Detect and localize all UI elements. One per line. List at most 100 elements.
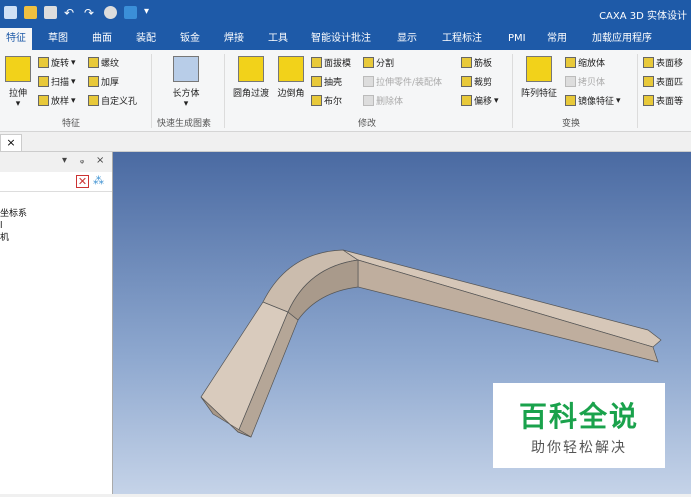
split-button[interactable]: 分割: [363, 56, 394, 69]
trim-button[interactable]: 裁剪: [461, 75, 492, 88]
thread-icon: [88, 57, 99, 68]
doc-tab-close-button[interactable]: ×: [0, 134, 22, 152]
scale-label: 缩放体: [578, 59, 606, 69]
clear-icon[interactable]: ✕: [76, 175, 89, 188]
delete-body-label: 删除体: [376, 97, 404, 107]
box-button[interactable]: 长方体 ▾: [166, 56, 206, 109]
rib-icon: [461, 57, 472, 68]
design-icon[interactable]: [124, 6, 137, 19]
loft-button[interactable]: 放样 ▾: [38, 94, 76, 107]
tab-pmi[interactable]: PMI: [502, 28, 532, 50]
scale-icon: [565, 57, 576, 68]
chamfer-button[interactable]: 边倒角: [275, 56, 307, 99]
surface-match-button[interactable]: 表面匹: [643, 75, 683, 88]
thicken-icon: [88, 76, 99, 87]
boolean-button[interactable]: 布尔: [311, 94, 342, 107]
pattern-button[interactable]: 阵列特征: [517, 56, 561, 99]
hole-icon: [88, 95, 99, 106]
tab-tools[interactable]: 工具: [262, 28, 294, 50]
fillet-icon: [238, 56, 264, 82]
rib-label: 筋板: [474, 59, 493, 69]
surface-match-icon: [643, 76, 654, 87]
title-bar: ↶ ↷ ▾ CAXA 3D 实体设计: [0, 0, 691, 28]
render-icon[interactable]: [104, 6, 117, 19]
delete-body-button[interactable]: 删除体: [363, 94, 403, 107]
tab-display[interactable]: 显示: [391, 28, 423, 50]
watermark-subtitle: 助你轻松解决: [531, 440, 627, 456]
open-icon[interactable]: [24, 6, 37, 19]
tree-icon[interactable]: ⁂: [93, 174, 104, 187]
shell-label: 抽壳: [324, 78, 343, 88]
rib-button[interactable]: 筋板: [461, 56, 492, 69]
offset-icon: [461, 95, 472, 106]
sweep-button[interactable]: 扫描 ▾: [38, 75, 76, 88]
sweep-icon: [38, 76, 49, 87]
tab-surface[interactable]: 曲面: [86, 28, 118, 50]
box-icon: [173, 56, 199, 82]
redo-icon[interactable]: ↷: [84, 6, 97, 20]
surface-move-icon: [643, 57, 654, 68]
model-face: [342, 249, 662, 348]
extrude-button[interactable]: 拉伸 ▾: [4, 56, 32, 109]
offset-button[interactable]: 偏移 ▾: [461, 94, 499, 107]
split-label: 分割: [376, 59, 395, 69]
tab-common[interactable]: 常用: [541, 28, 573, 50]
watermark-title: 百科全说: [518, 400, 639, 433]
tab-addins[interactable]: 加载应用程序: [586, 28, 658, 50]
copy-label: 拷贝体: [578, 78, 606, 88]
separator: [637, 54, 638, 128]
custom-hole-label: 自定义孔: [101, 97, 138, 107]
ribbon-tabs: 特征 草图 曲面 装配 钣金 焊接 工具 智能设计批注 显示 工程标注 PMI …: [0, 28, 691, 50]
fillet-button[interactable]: 圆角过渡: [229, 56, 273, 99]
tab-assembly[interactable]: 装配: [130, 28, 162, 50]
chamfer-icon: [278, 56, 304, 82]
chamfer-label: 边倒角: [277, 89, 305, 99]
panel-close-icon[interactable]: ×: [96, 155, 104, 166]
document-tabs: ×: [0, 132, 691, 152]
tab-engineering-annotation[interactable]: 工程标注: [436, 28, 488, 50]
extrude-part-label: 拉伸零件/装配体: [376, 78, 443, 88]
tree-item[interactable]: 机: [0, 232, 112, 244]
tab-sheetmetal[interactable]: 钣金: [174, 28, 206, 50]
tab-feature[interactable]: 特征: [0, 28, 32, 50]
draft-label: 面拔模: [324, 59, 352, 69]
tree-item[interactable]: l: [0, 220, 112, 232]
custom-hole-button[interactable]: 自定义孔: [88, 94, 137, 107]
panel-menu-icon[interactable]: ▾: [62, 155, 67, 166]
extrude-part-icon: [363, 76, 374, 87]
revolve-label: 旋转: [51, 59, 70, 69]
fillet-label: 圆角过渡: [232, 89, 269, 99]
mirror-icon: [565, 95, 576, 106]
extrude-icon: [5, 56, 31, 82]
extrude-part-button[interactable]: 拉伸零件/装配体: [363, 75, 442, 88]
surface-equal-icon: [643, 95, 654, 106]
thicken-button[interactable]: 加厚: [88, 75, 119, 88]
tab-smart-annotation[interactable]: 智能设计批注: [305, 28, 377, 50]
tree-item[interactable]: 坐标系: [0, 208, 112, 220]
copy-body-button[interactable]: 拷贝体: [565, 75, 605, 88]
trim-label: 裁剪: [474, 78, 493, 88]
offset-label: 偏移: [474, 97, 493, 107]
app-title: CAXA 3D 实体设计: [599, 11, 687, 22]
thread-label: 螺纹: [101, 59, 120, 69]
thread-button[interactable]: 螺纹: [88, 56, 119, 69]
mirror-button[interactable]: 镜像特征 ▾: [565, 94, 621, 107]
ribbon: 拉伸 ▾ 旋转 ▾ 扫描 ▾ 放样 ▾ 螺纹 加厚 自定义孔 特征 长方体 ▾ 快速…: [0, 50, 691, 132]
undo-icon[interactable]: ↶: [64, 6, 77, 20]
scale-button[interactable]: 缩放体: [565, 56, 605, 69]
tab-sketch[interactable]: 草图: [42, 28, 74, 50]
customize-icon[interactable]: ▾: [144, 6, 157, 19]
surface-move-label: 表面移: [656, 59, 684, 69]
pin-icon[interactable]: ᵩ: [80, 155, 84, 166]
tab-welding[interactable]: 焊接: [218, 28, 250, 50]
revolve-button[interactable]: 旋转 ▾: [38, 56, 76, 69]
save-icon[interactable]: [44, 6, 57, 19]
shell-button[interactable]: 抽壳: [311, 75, 342, 88]
new-icon[interactable]: [4, 6, 17, 19]
surface-equal-button[interactable]: 表面等: [643, 94, 683, 107]
draft-button[interactable]: 面拔模: [311, 56, 351, 69]
split-icon: [363, 57, 374, 68]
surface-move-button[interactable]: 表面移: [643, 56, 683, 69]
watermark: 百科全说 助你轻松解决: [493, 383, 665, 468]
group-transform-label: 变换: [562, 119, 581, 129]
